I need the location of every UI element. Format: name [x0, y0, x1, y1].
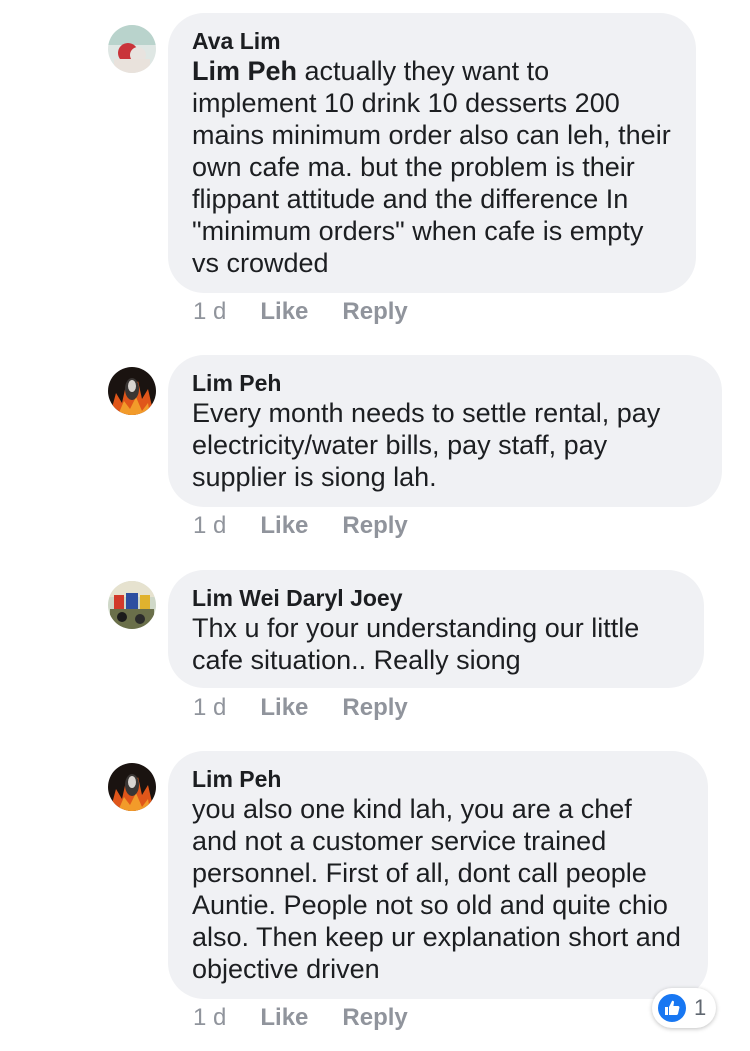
like-button[interactable]: Like: [260, 694, 308, 722]
avatar[interactable]: [108, 581, 156, 629]
comment-actions: 1 d Like Reply: [193, 1004, 442, 1032]
comment-bubble: Lim Wei Daryl Joey Thx u for your unders…: [168, 570, 704, 688]
comment-text: Lim Peh actually they want to implement …: [192, 55, 672, 279]
comment-bubble: Lim Peh you also one kind lah, you are a…: [168, 751, 708, 999]
timestamp[interactable]: 1 d: [193, 512, 226, 540]
avatar[interactable]: [108, 367, 156, 415]
avatar[interactable]: [108, 763, 156, 811]
avatar[interactable]: [108, 25, 156, 73]
comment-text: you also one kind lah, you are a chef an…: [192, 794, 681, 984]
comment-author[interactable]: Lim Peh: [192, 369, 698, 397]
timestamp[interactable]: 1 d: [193, 694, 226, 722]
thumbs-up-icon: [656, 992, 688, 1024]
comment-bubble: Lim Peh Every month needs to settle rent…: [168, 355, 722, 507]
like-button[interactable]: Like: [260, 298, 308, 326]
mention-tag[interactable]: Lim Peh: [192, 56, 297, 86]
reaction-count: 1: [694, 995, 707, 1020]
like-button[interactable]: Like: [260, 512, 308, 540]
reply-button[interactable]: Reply: [342, 298, 407, 326]
comment-actions: 1 d Like Reply: [193, 512, 442, 540]
comment-author[interactable]: Lim Peh: [192, 765, 684, 793]
comment-body: actually they want to implement 10 drink…: [192, 56, 671, 278]
reply-button[interactable]: Reply: [342, 1004, 407, 1032]
reply-button[interactable]: Reply: [342, 512, 407, 540]
comment-bubble: Ava Lim Lim Peh actually they want to im…: [168, 13, 696, 293]
timestamp[interactable]: 1 d: [193, 298, 226, 326]
comment-actions: 1 d Like Reply: [193, 298, 442, 326]
like-button[interactable]: Like: [260, 1004, 308, 1032]
timestamp[interactable]: 1 d: [193, 1004, 226, 1032]
comment-author[interactable]: Ava Lim: [192, 27, 672, 55]
comment-author[interactable]: Lim Wei Daryl Joey: [192, 584, 680, 612]
comment-text: Thx u for your understanding our little …: [192, 613, 640, 675]
comment-text: Every month needs to settle rental, pay …: [192, 398, 661, 492]
reaction-count-badge[interactable]: 1: [652, 988, 717, 1028]
reply-button[interactable]: Reply: [342, 694, 407, 722]
comment-actions: 1 d Like Reply: [193, 694, 442, 722]
